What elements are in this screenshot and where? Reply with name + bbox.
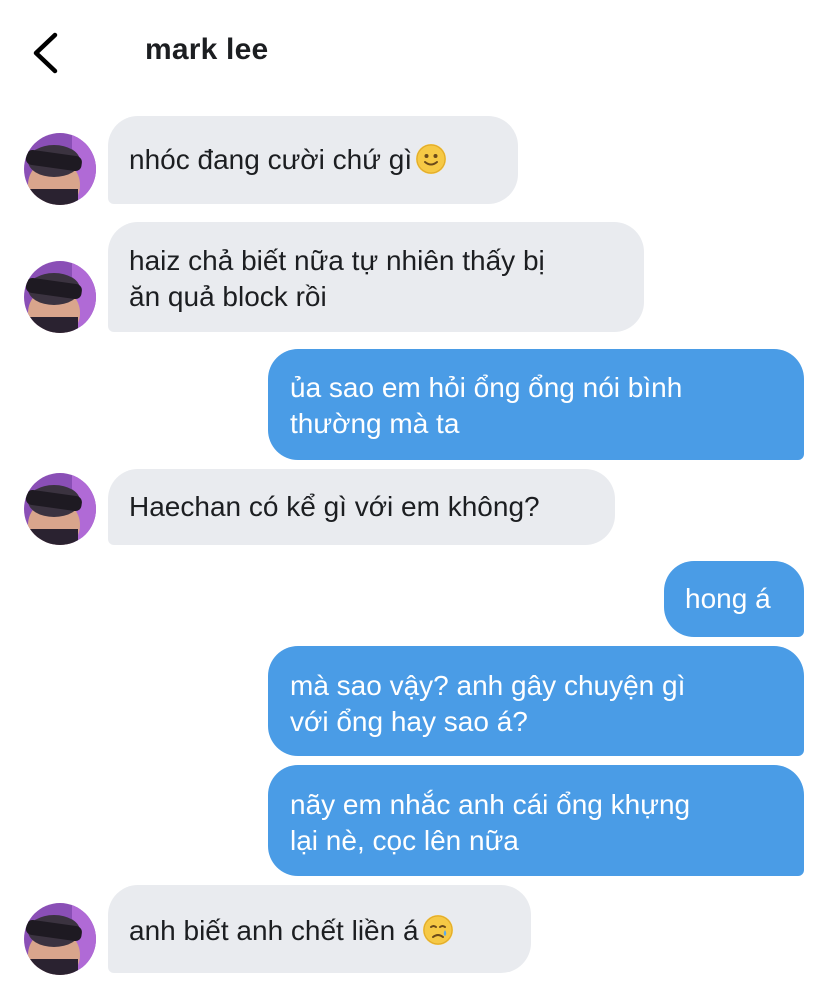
- message-text: ủa sao em hỏi ổng ổng nói bình thường mà…: [290, 372, 683, 439]
- message-text: mà sao vậy? anh gây chuyện gì với ổng ha…: [290, 670, 686, 737]
- message-text: hong á: [685, 583, 771, 614]
- message-text: nhóc đang cười chứ gì: [129, 144, 413, 175]
- message-bubble-incoming[interactable]: haiz chả biết nữa tự nhiên thấy bị ăn qu…: [108, 222, 644, 332]
- avatar[interactable]: [24, 903, 96, 975]
- avatar-image: [24, 903, 96, 975]
- avatar[interactable]: [24, 473, 96, 545]
- message-bubble-outgoing[interactable]: hong á: [664, 561, 804, 637]
- message-text: nãy em nhắc anh cái ổng khựng lại nè, cọ…: [290, 789, 691, 856]
- message-bubble-incoming[interactable]: anh biết anh chết liền á: [108, 885, 531, 973]
- chat-header: mark lee: [0, 0, 826, 100]
- avatar-image: [24, 133, 96, 205]
- avatar-image: [24, 473, 96, 545]
- back-button[interactable]: [26, 30, 66, 76]
- conversation-title: mark lee: [145, 33, 269, 66]
- chevron-left-icon: [33, 32, 58, 74]
- message-bubble-incoming[interactable]: Haechan có kể gì với em không?: [108, 469, 615, 545]
- message-bubble-outgoing[interactable]: mà sao vậy? anh gây chuyện gì với ổng ha…: [268, 646, 804, 756]
- message-bubble-outgoing[interactable]: nãy em nhắc anh cái ổng khựng lại nè, cọ…: [268, 765, 804, 876]
- message-text: anh biết anh chết liền á: [129, 915, 419, 946]
- avatar-image: [24, 261, 96, 333]
- message-bubble-outgoing[interactable]: ủa sao em hỏi ổng ổng nói bình thường mà…: [268, 349, 804, 460]
- avatar[interactable]: [24, 133, 96, 205]
- message-bubble-incoming[interactable]: nhóc đang cười chứ gì: [108, 116, 518, 204]
- slightly-smiling-face-icon: [416, 144, 447, 174]
- avatar[interactable]: [24, 261, 96, 333]
- crying-face-icon: [422, 915, 453, 945]
- message-text: Haechan có kể gì với em không?: [129, 491, 540, 522]
- message-text: haiz chả biết nữa tự nhiên thấy bị ăn qu…: [129, 245, 545, 312]
